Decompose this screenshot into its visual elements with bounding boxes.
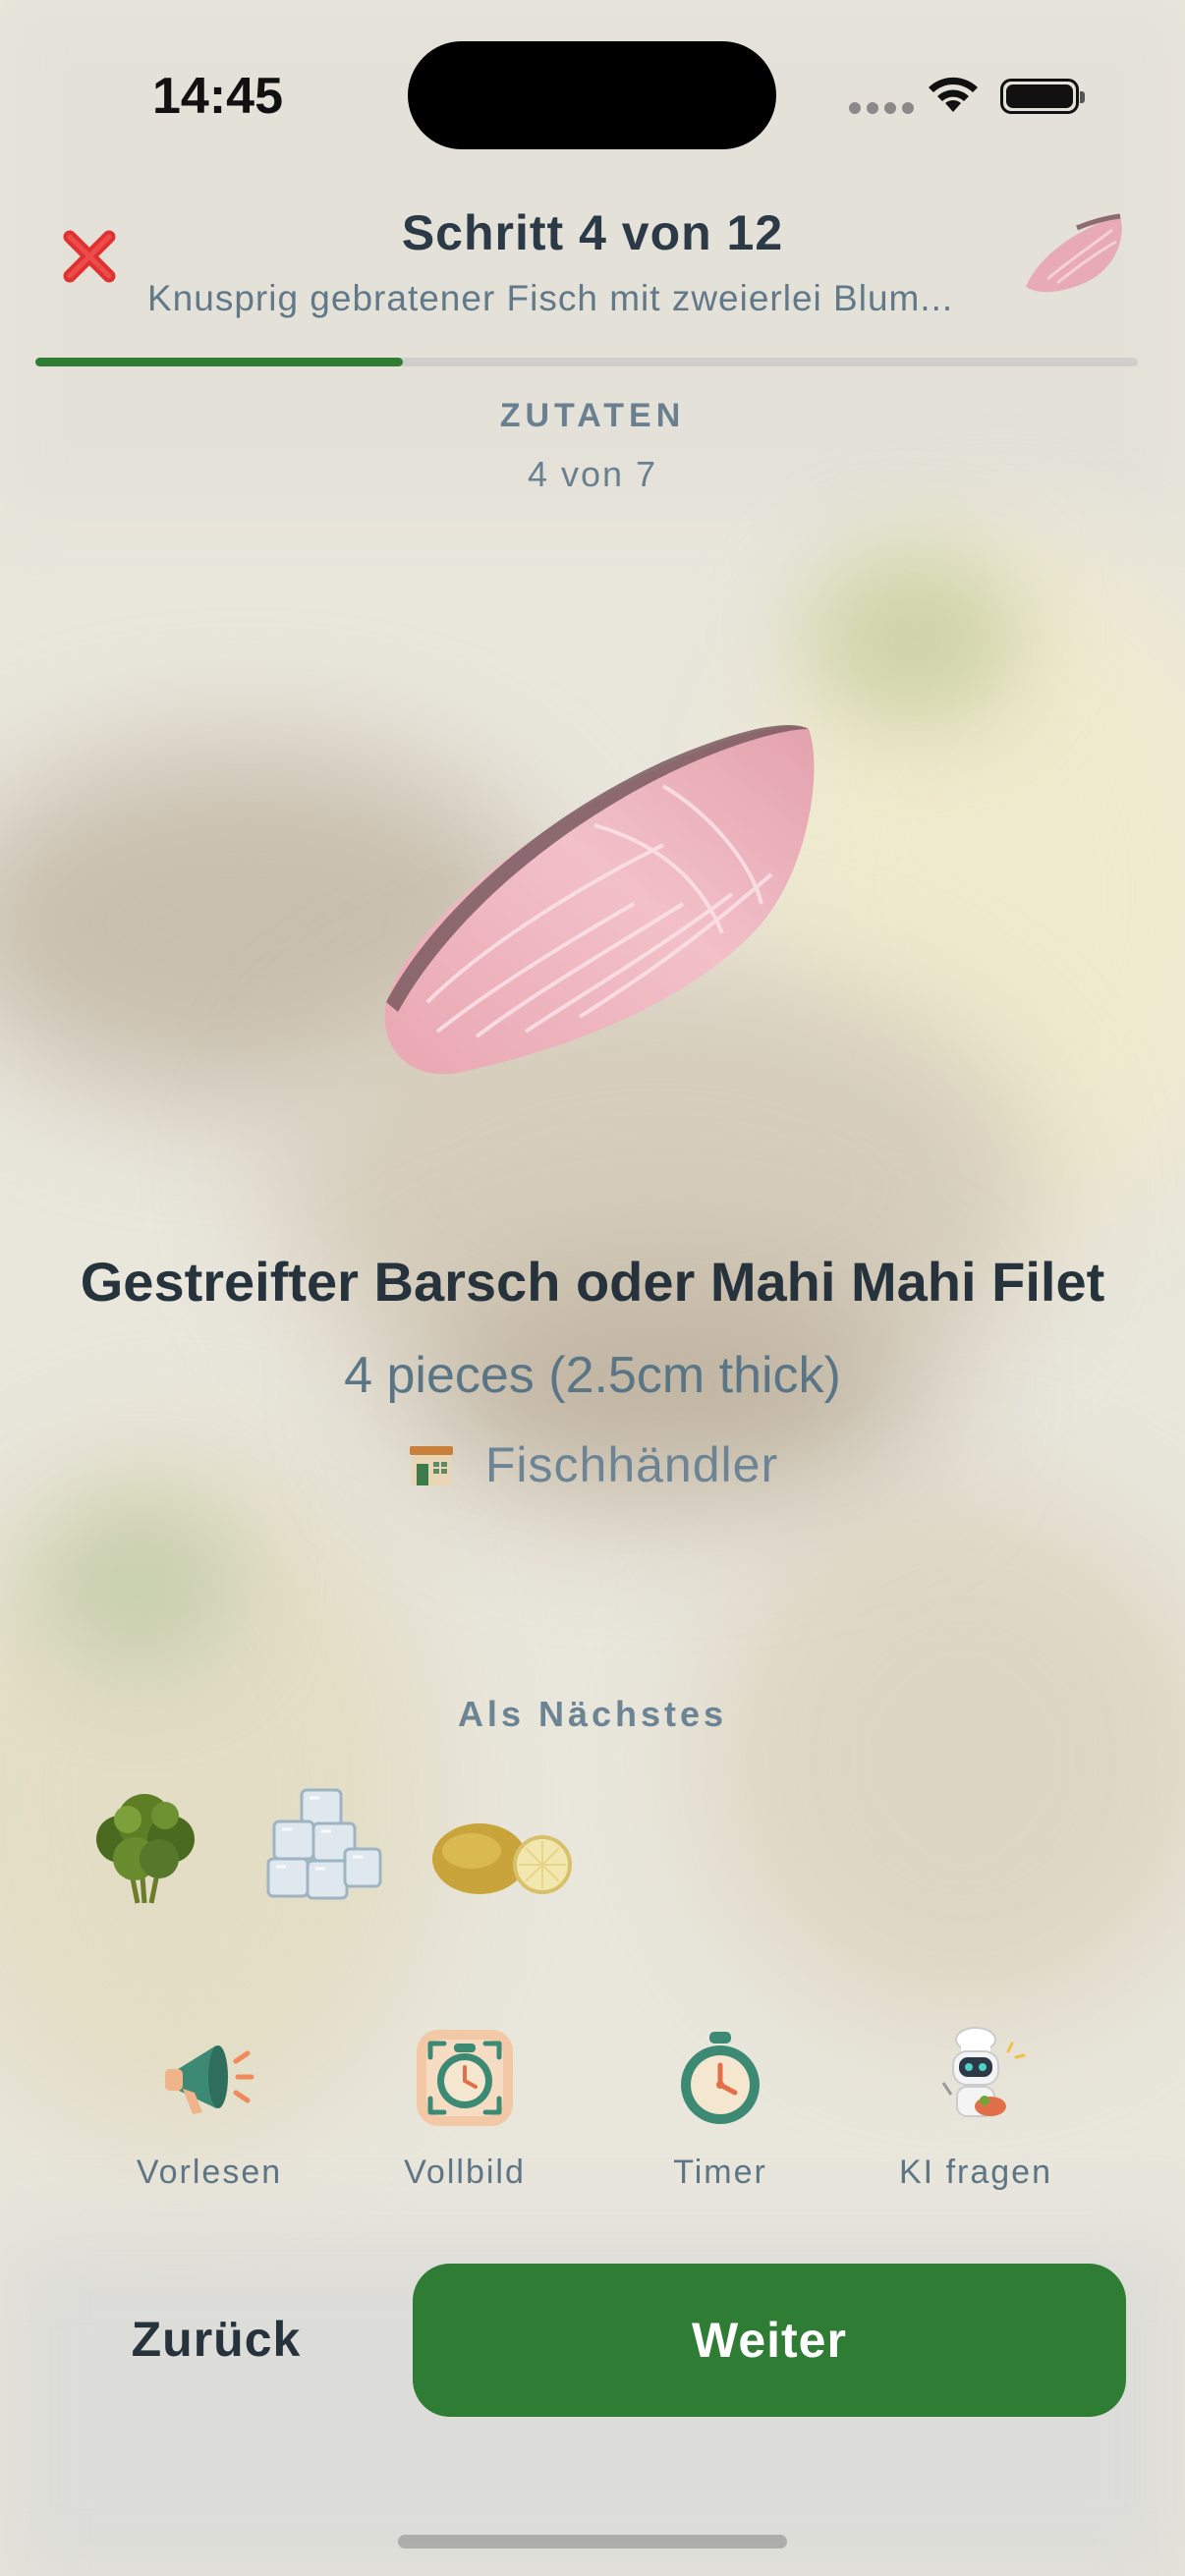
recipe-name: Knusprig gebratener Fisch mit zweierlei …	[147, 278, 954, 318]
lemon-image	[432, 1823, 572, 1894]
home-indicator[interactable]	[398, 2535, 787, 2548]
status-time: 14:45	[152, 68, 283, 125]
read-aloud-button[interactable]: Vorlesen	[82, 2024, 337, 2192]
cellular-signal-icon	[849, 102, 914, 114]
section-label: ZUTATEN	[499, 397, 686, 434]
tool-label: Vollbild	[404, 2154, 526, 2191]
progress-fill	[35, 358, 403, 366]
back-button[interactable]: Zurück	[59, 2266, 373, 2413]
progress-bar	[35, 358, 1138, 366]
shop-row: Fischhändler	[0, 1436, 1185, 1493]
section-count: 4 von 7	[527, 454, 658, 494]
tool-label: KI fragen	[899, 2154, 1052, 2191]
parsley-image	[96, 1794, 195, 1904]
ask-ai-button[interactable]: KI fragen	[848, 2024, 1103, 2192]
store-icon	[409, 1446, 453, 1485]
step-title: Schritt 4 von 12	[401, 205, 784, 260]
megaphone-icon	[165, 2045, 254, 2114]
tool-label: Vorlesen	[136, 2154, 283, 2191]
robot-chef-icon	[941, 2027, 1026, 2117]
battery-icon	[1000, 79, 1085, 114]
ice-cubes-image	[266, 1788, 382, 1900]
shop-label: Fischhändler	[484, 1437, 779, 1492]
ingredient-quantity: 4 pieces (2.5cm thick)	[344, 1347, 841, 1404]
fullscreen-clock-icon	[417, 2030, 513, 2126]
wifi-icon	[929, 77, 978, 112]
fullscreen-button[interactable]: Vollbild	[337, 2024, 592, 2192]
dynamic-island	[408, 41, 776, 149]
tool-label: Timer	[673, 2154, 767, 2191]
next-button[interactable]: Weiter	[413, 2264, 1126, 2417]
ingredient-name: Gestreifter Barsch oder Mahi Mahi Filet	[80, 1251, 1105, 1313]
next-up-label: Als Nächstes	[457, 1694, 728, 1734]
timer-button[interactable]: Timer	[592, 2024, 848, 2192]
stopwatch-icon	[681, 2032, 760, 2124]
fish-fillet-image	[384, 725, 815, 1075]
fish-fillet-thumbnail	[1026, 213, 1122, 293]
